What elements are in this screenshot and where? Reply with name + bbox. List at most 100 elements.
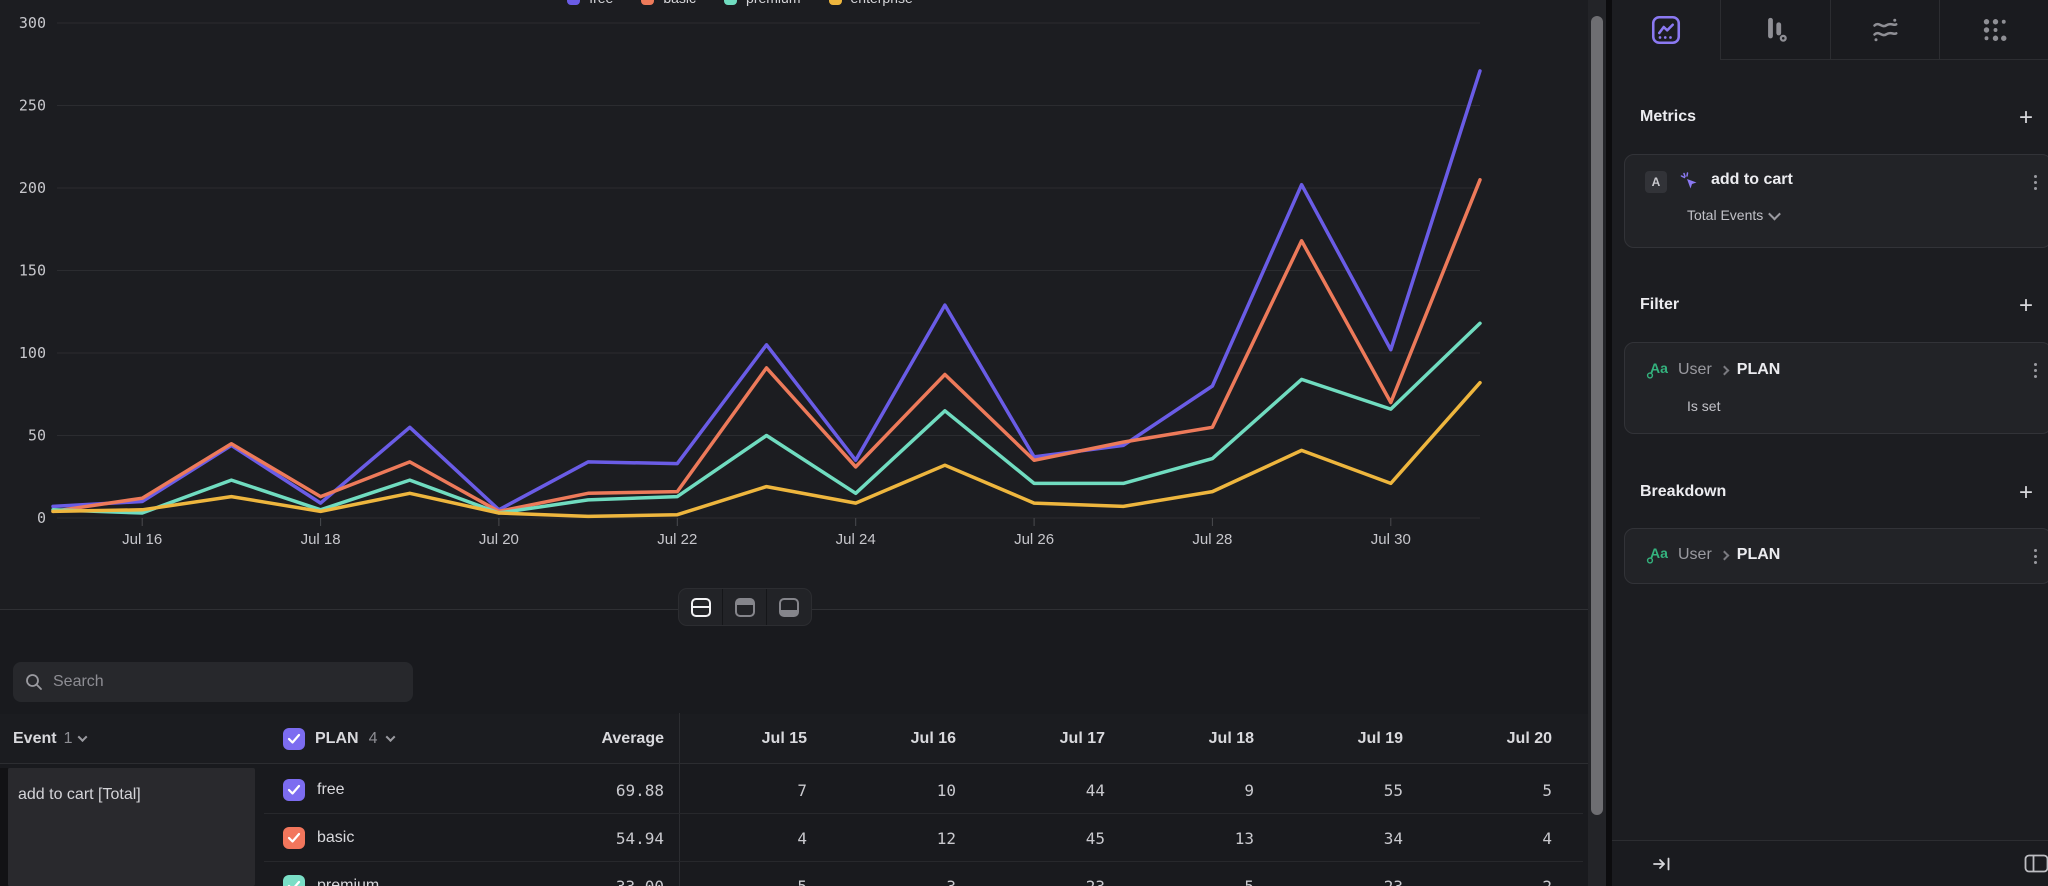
- value-cell: 5: [1403, 766, 1552, 814]
- breakdown-entity: User: [1678, 546, 1712, 564]
- main-area: freebasicpremiumenterprise 0501001502002…: [0, 0, 1588, 886]
- legend-item-basic[interactable]: basic: [641, 0, 696, 6]
- arrow-right-icon: [1719, 550, 1729, 560]
- measure-value: Total Events: [1687, 207, 1763, 223]
- row-label: free: [317, 766, 345, 814]
- analytics-app: freebasicpremiumenterprise 0501001502002…: [0, 0, 2048, 886]
- row-values: 53235232: [679, 862, 1552, 886]
- filter-options-kebab-icon[interactable]: [2025, 359, 2045, 381]
- legend-item-free[interactable]: free: [567, 0, 613, 6]
- line-chart: 050100150200250300Jul 16Jul 18Jul 20Jul …: [0, 0, 1588, 610]
- filter-card[interactable]: Aa User PLAN Is set: [1624, 342, 2048, 434]
- x-axis-tick-label: Jul 30: [1371, 531, 1411, 548]
- legend-swatch: [724, 0, 737, 5]
- event-column-header[interactable]: Event 1: [13, 714, 86, 763]
- value-cell: 7: [679, 766, 807, 814]
- tab-line-chart[interactable]: [1612, 0, 1721, 60]
- filter-entity: User: [1678, 361, 1712, 379]
- breakdown-property: PLAN: [1737, 546, 1781, 564]
- check-icon: [287, 784, 301, 796]
- legend-label: basic: [663, 0, 696, 6]
- legend-item-premium[interactable]: premium: [724, 0, 800, 6]
- value-cell: 45: [956, 814, 1105, 862]
- date-column-header: Jul 20: [1403, 714, 1552, 763]
- scrollbar-thumb[interactable]: [1591, 16, 1603, 815]
- date-column-header: Jul 17: [956, 714, 1105, 763]
- svg-text:Aa: Aa: [1650, 360, 1668, 376]
- chart-only-view-button[interactable]: [723, 589, 767, 625]
- table-row-basic[interactable]: basic54.944124513344: [0, 814, 1588, 862]
- filter-heading: Filter: [1640, 296, 1679, 314]
- metrics-heading: Metrics: [1640, 108, 1696, 126]
- value-cell: 13: [1105, 814, 1254, 862]
- value-cell: 2: [1403, 862, 1552, 886]
- check-icon: [287, 832, 301, 844]
- x-axis-tick-label: Jul 24: [836, 531, 876, 548]
- table-view-icon: [779, 598, 799, 617]
- row-label: basic: [317, 814, 354, 862]
- svg-text:Aa: Aa: [1650, 545, 1668, 561]
- value-cell: 4: [679, 814, 807, 862]
- chart-type-tabbar: [1612, 0, 2048, 60]
- value-cell: 10: [807, 766, 956, 814]
- value-cell: 23: [1254, 862, 1403, 886]
- bar-chart-icon: [1757, 12, 1793, 48]
- row-values: 710449555: [679, 766, 1552, 814]
- table-only-view-button[interactable]: [767, 589, 811, 625]
- layout-columns-icon[interactable]: [2024, 853, 2048, 875]
- breakdown-options-kebab-icon[interactable]: [2025, 545, 2045, 567]
- value-cell: 44: [956, 766, 1105, 814]
- metric-card[interactable]: A add to cart Total Events: [1624, 154, 2048, 248]
- collapse-panel-icon[interactable]: [1652, 854, 1672, 874]
- event-click-icon: [1679, 171, 1701, 193]
- row-checkbox[interactable]: [283, 827, 305, 849]
- measure-dropdown[interactable]: Total Events: [1687, 207, 1779, 223]
- chevron-down-icon: [386, 732, 396, 742]
- legend-swatch: [641, 0, 654, 5]
- add-metric-button[interactable]: +: [2012, 104, 2040, 132]
- breakdown-card[interactable]: Aa User PLAN: [1624, 528, 2048, 584]
- average-label: Average: [601, 730, 664, 748]
- average-column-header: Average: [450, 714, 664, 763]
- add-breakdown-button[interactable]: +: [2012, 479, 2040, 507]
- text-property-icon: Aa: [1645, 543, 1669, 567]
- split-view-icon: [691, 598, 711, 617]
- date-column-header: Jul 16: [807, 714, 956, 763]
- legend-swatch: [829, 0, 842, 5]
- check-icon: [287, 733, 301, 745]
- plan-select-all-checkbox[interactable]: [283, 728, 305, 750]
- value-cell: 12: [807, 814, 956, 862]
- y-axis-tick-label: 100: [19, 344, 46, 362]
- table-row-free[interactable]: free69.88710449555: [0, 766, 1588, 814]
- x-axis-tick-label: Jul 16: [122, 531, 162, 548]
- add-filter-button[interactable]: +: [2012, 292, 2040, 320]
- legend-item-enterprise[interactable]: enterprise: [829, 0, 913, 6]
- value-cell: 9: [1105, 766, 1254, 814]
- row-checkbox[interactable]: [283, 779, 305, 801]
- date-column-header: Jul 15: [679, 714, 807, 763]
- tab-stream-chart[interactable]: [1831, 0, 1940, 60]
- metric-options-kebab-icon[interactable]: [2025, 171, 2045, 193]
- value-cell: 34: [1254, 814, 1403, 862]
- vertical-scrollbar[interactable]: [1588, 0, 1606, 886]
- search-box[interactable]: [13, 662, 413, 702]
- split-view-button[interactable]: [679, 589, 723, 625]
- table-row-premium[interactable]: premium33.0053235232: [0, 862, 1588, 886]
- row-checkbox[interactable]: [283, 875, 305, 886]
- row-values: 4124513344: [679, 814, 1552, 862]
- plan-column-header[interactable]: PLAN 4: [283, 714, 394, 763]
- x-axis-tick-label: Jul 26: [1014, 531, 1054, 548]
- filter-operator[interactable]: Is set: [1687, 398, 1720, 414]
- value-cell: 5: [679, 862, 807, 886]
- tab-bar-chart[interactable]: [1721, 0, 1830, 60]
- sidebar-bottom-bar: [1612, 840, 2048, 886]
- series-line-enterprise: [53, 383, 1480, 517]
- filter-operator-value: Is set: [1687, 398, 1720, 414]
- series-line-premium: [53, 323, 1480, 513]
- left-gutter: [0, 768, 8, 886]
- x-axis-tick-label: Jul 22: [657, 531, 697, 548]
- row-average: 33.00: [450, 862, 664, 886]
- value-cell: 23: [956, 862, 1105, 886]
- search-input[interactable]: [53, 673, 383, 691]
- tab-more-charts[interactable]: [1940, 0, 2048, 60]
